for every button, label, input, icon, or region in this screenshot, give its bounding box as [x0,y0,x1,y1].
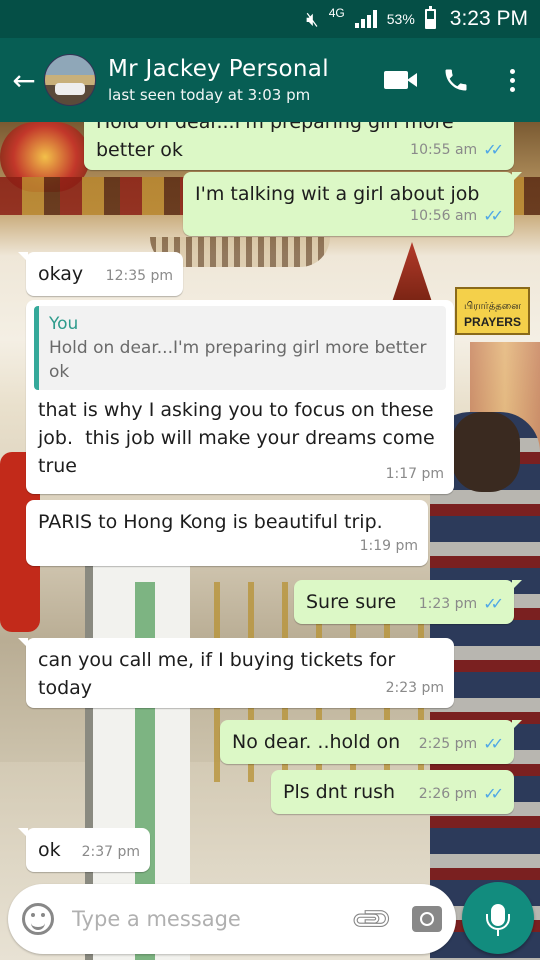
mute-icon: 🔇︎ [306,7,319,31]
phone-icon [445,69,467,91]
quoted-author: You [49,314,79,334]
message-bubble-incoming[interactable]: okay 12:35 pm [18,252,183,296]
message-text: that is why I asking you to focus on the… [38,399,441,477]
battery-icon [424,6,436,29]
voice-call-button[interactable] [428,52,484,108]
quoted-message[interactable]: You Hold on dear...I'm preparing girl mo… [34,306,446,390]
message-time: 10:55 am [410,142,478,158]
status-bar: 🔇︎ 4G 53% 3:23 PM [0,0,540,38]
battery-percent: 53% [386,11,415,27]
signal-icon [354,10,377,28]
message-meta: 1:19 pm [360,532,418,560]
message-meta: 2:23 pm [386,674,444,702]
message-meta: 10:56 am ✓✓ [410,202,504,230]
message-text: can you call me, if I buying tickets for… [38,649,402,699]
more-options-button[interactable] [484,52,540,108]
message-bubble-outgoing[interactable]: No dear. ..hold on 2:25 pm ✓✓ [220,720,522,764]
read-receipt-icon: ✓✓ [483,784,504,803]
attach-icon[interactable]: 📎︎ [348,895,396,943]
contact-name: Mr Jackey Personal [108,56,329,82]
network-type: 4G [328,6,345,20]
contact-info[interactable]: Mr Jackey Personal last seen today at 3:… [108,56,372,104]
message-meta: 10:55 am ✓✓ [410,136,504,164]
message-meta: 2:26 pm ✓✓ [419,780,504,808]
message-time: 1:23 pm [418,596,478,612]
emoji-icon[interactable] [22,903,54,935]
message-meta: 1:23 pm ✓✓ [419,590,504,618]
message-input[interactable] [72,907,355,931]
message-time: 2:23 pm [385,680,444,696]
message-bubble-outgoing[interactable]: I'm talking wit a girl about job 10:56 a… [183,172,522,236]
message-time: 2:37 pm [81,844,140,860]
avatar[interactable] [44,54,96,106]
message-time: 2:26 pm [418,786,478,802]
message-bubble-incoming[interactable]: can you call me, if I buying tickets for… [18,638,454,708]
message-composer: 📎︎ [8,884,456,954]
message-bubble-incoming[interactable]: You Hold on dear...I'm preparing girl mo… [26,300,454,494]
message-meta: 12:35 pm [106,262,173,290]
message-bubble-incoming[interactable]: ok 2:37 pm [18,828,150,872]
camera-icon[interactable] [412,906,442,932]
video-call-icon [384,71,417,89]
message-time: 1:17 pm [385,466,444,482]
read-receipt-icon: ✓✓ [483,734,504,753]
video-call-button[interactable] [372,52,428,108]
wallpaper-person-right-head [452,412,520,492]
wallpaper-sign-text: PRAYERS [464,315,521,329]
message-meta: 2:25 pm ✓✓ [419,730,504,758]
message-time: 12:35 pm [105,268,173,284]
last-seen-status: last seen today at 3:03 pm [108,86,311,104]
battery-level-fill [426,18,434,27]
more-options-icon [509,68,515,92]
wallpaper-prayers-sign: பிரார்த்தனை PRAYERS [455,287,530,335]
wallpaper-sign-tamil: பிரார்த்தனை [464,301,521,312]
message-meta: 1:17 pm [386,460,444,488]
message-meta: 2:37 pm [82,838,140,866]
read-receipt-icon: ✓✓ [483,594,504,613]
message-bubble-incoming[interactable]: PARIS to Hong Kong is beautiful trip. 1:… [26,500,428,566]
message-time: 10:56 am [410,208,478,224]
voice-record-button[interactable] [462,882,534,954]
read-receipt-icon: ✓✓ [483,140,504,159]
quoted-text: Hold on dear...I'm preparing girl more b… [49,338,427,382]
message-bubble-outgoing[interactable]: Sure sure 1:23 pm ✓✓ [294,580,522,624]
message-time: 1:19 pm [359,538,418,554]
chat-header: ← Mr Jackey Personal last seen today at … [0,38,540,122]
read-receipt-icon: ✓✓ [483,206,504,225]
wallpaper-canopy [392,242,432,302]
message-time: 2:25 pm [418,736,478,752]
message-bubble-outgoing[interactable]: Pls dnt rush 2:26 pm ✓✓ [271,770,514,814]
mic-icon [486,904,510,936]
back-arrow-icon[interactable]: ← [4,64,44,97]
status-clock: 3:23 PM [449,7,528,30]
